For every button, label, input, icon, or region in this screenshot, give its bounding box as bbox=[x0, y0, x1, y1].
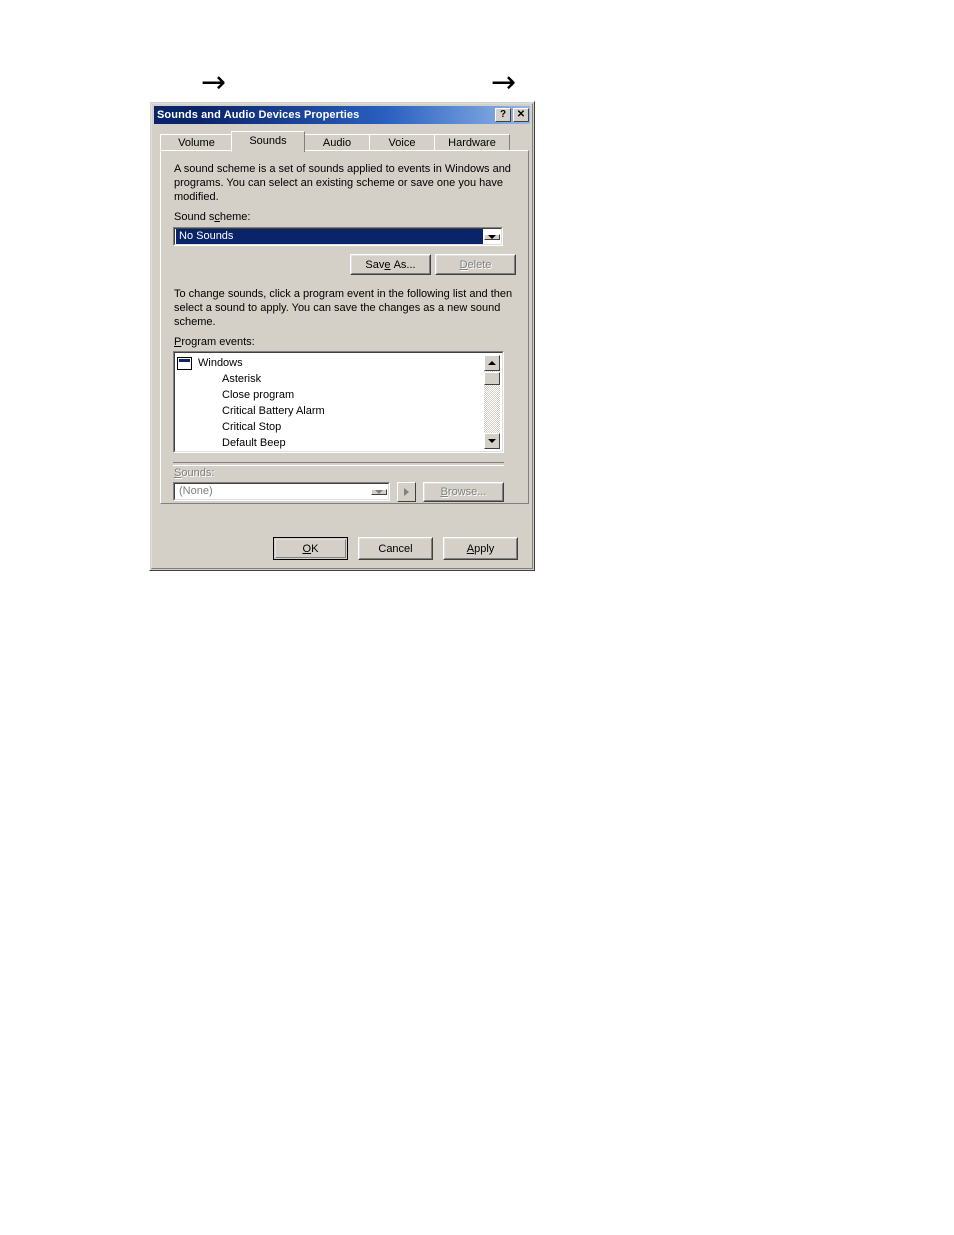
listbox-scrollbar[interactable] bbox=[484, 355, 500, 449]
list-item[interactable]: Asterisk bbox=[177, 371, 483, 387]
ok-button[interactable]: OK bbox=[273, 537, 348, 560]
sound-scheme-combobox[interactable]: No Sounds bbox=[173, 227, 503, 246]
close-icon[interactable]: ✕ bbox=[513, 108, 529, 122]
annotation-arrow-left: → bbox=[201, 65, 227, 100]
window-icon bbox=[177, 356, 192, 370]
scroll-up-icon[interactable] bbox=[484, 355, 500, 371]
browse-button[interactable]: Browse... bbox=[423, 482, 504, 502]
dialog-inner-frame: Sounds and Audio Devices Properties ? ✕ … bbox=[151, 103, 533, 569]
tab-volume[interactable]: Volume bbox=[160, 134, 233, 151]
sounds-combobox[interactable]: (None) bbox=[173, 482, 390, 501]
save-as-button[interactable]: Sav e As... bbox=[350, 254, 431, 275]
play-icon[interactable] bbox=[397, 482, 416, 502]
tab-strip: Volume Sounds Audio Voice Hardware bbox=[160, 131, 524, 152]
list-item-label: Windows bbox=[198, 357, 243, 369]
list-item-label: Default Beep bbox=[222, 437, 286, 449]
scheme-intro-text: A sound scheme is a set of sounds applie… bbox=[174, 163, 511, 203]
list-item: Windows bbox=[177, 355, 483, 371]
annotation-arrow-right: → bbox=[491, 65, 517, 100]
help-button[interactable]: ? bbox=[495, 108, 511, 122]
list-item-label: Close program bbox=[222, 389, 295, 401]
chevron-down-icon[interactable] bbox=[484, 233, 500, 240]
apply-button[interactable]: Apply bbox=[443, 537, 518, 560]
list-item-label: Critical Battery Alarm bbox=[222, 405, 325, 417]
scrollbar-thumb[interactable] bbox=[484, 372, 500, 385]
list-item[interactable]: Critical Battery Alarm bbox=[177, 403, 483, 419]
sound-scheme-label: Sound scheme: bbox=[174, 211, 251, 223]
tab-voice[interactable]: Voice bbox=[369, 134, 435, 151]
sounds-and-audio-devices-dialog: Sounds and Audio Devices Properties ? ✕ … bbox=[149, 101, 535, 571]
sounds-label: Sounds: bbox=[174, 467, 215, 479]
list-item-label: Critical Stop bbox=[222, 421, 282, 433]
chevron-down-icon[interactable] bbox=[371, 488, 387, 495]
cancel-button[interactable]: Cancel bbox=[358, 537, 433, 560]
list-item-label: Asterisk bbox=[222, 373, 262, 385]
section-divider bbox=[173, 462, 504, 466]
delete-button[interactable]: Delete bbox=[435, 254, 516, 275]
sounds-tab-panel: A sound scheme is a set of sounds applie… bbox=[160, 150, 529, 504]
list-item[interactable]: Default Beep bbox=[177, 435, 483, 449]
sound-scheme-value: No Sounds bbox=[176, 229, 483, 244]
program-events-list: Windows Asterisk Close program Critical … bbox=[177, 355, 483, 449]
tab-audio[interactable]: Audio bbox=[304, 134, 370, 151]
title-bar[interactable]: Sounds and Audio Devices Properties ? ✕ bbox=[154, 106, 530, 124]
window-title: Sounds and Audio Devices Properties bbox=[157, 109, 360, 121]
tab-sounds[interactable]: Sounds bbox=[231, 131, 305, 152]
list-item[interactable]: Close program bbox=[177, 387, 483, 403]
program-events-listbox[interactable]: Windows Asterisk Close program Critical … bbox=[173, 351, 504, 453]
change-sounds-instruction: To change sounds, click a program event … bbox=[174, 288, 513, 328]
sounds-value: (None) bbox=[179, 485, 213, 497]
list-item[interactable]: Critical Stop bbox=[177, 419, 483, 435]
scroll-down-icon[interactable] bbox=[484, 433, 500, 449]
program-events-label: Program events: bbox=[174, 336, 255, 348]
tab-hardware[interactable]: Hardware bbox=[434, 134, 510, 151]
